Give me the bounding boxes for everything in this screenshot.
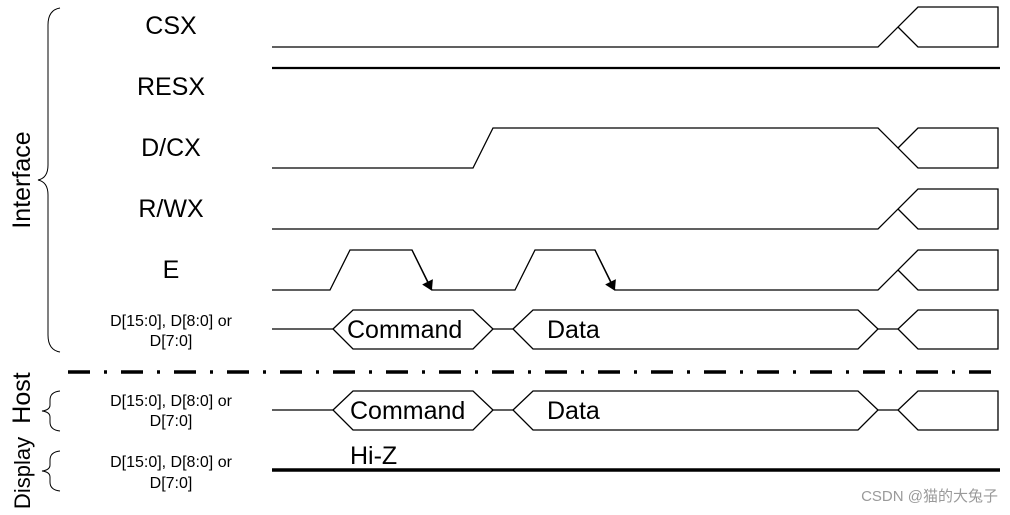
bus-interface-command-label: Command (347, 316, 462, 344)
group-label-interface: Interface (8, 131, 36, 228)
watermark: CSDN @猫的大兔子 (861, 488, 998, 505)
signal-label-bus-host-2: D[7:0] (150, 413, 193, 430)
bus-display-hiz-label: Hi-Z (350, 442, 397, 470)
signal-label-bus-interface-2: D[7:0] (150, 333, 193, 350)
group-label-host: Host (8, 372, 36, 423)
waveform-dcx (272, 127, 999, 169)
bus-interface-data-label: Data (547, 316, 600, 344)
bus-host-next-segment (897, 390, 999, 431)
waveform-rwx (272, 188, 999, 230)
e-falling-edge-arrow-2 (594, 249, 616, 291)
signal-label-e: E (163, 256, 180, 284)
signal-label-bus-display-2: D[7:0] (150, 475, 193, 492)
signal-label-csx: CSX (145, 12, 197, 40)
interface-brace (37, 7, 61, 353)
signal-label-bus-display-1: D[15:0], D[8:0] or (110, 454, 233, 471)
signal-label-rwx: R/WX (138, 195, 204, 223)
bus-host-command-label: Command (350, 397, 465, 425)
signal-label-bus-interface-1: D[15:0], D[8:0] or (110, 313, 233, 330)
bus-host-data-label: Data (547, 397, 600, 425)
signal-label-dcx: D/CX (141, 134, 201, 162)
timing-diagram: Interface Host Display CSX RESX D/CX R/W… (8, 6, 1000, 509)
signal-label-resx: RESX (137, 73, 205, 101)
waveform-e (272, 249, 999, 291)
bus-interface-next-segment (897, 309, 999, 350)
waveform-csx (272, 6, 999, 48)
display-brace (41, 450, 61, 492)
group-label-display: Display (10, 437, 35, 509)
signal-label-bus-host-1: D[15:0], D[8:0] or (110, 393, 233, 410)
e-falling-edge-arrow-1 (411, 249, 433, 291)
host-brace (41, 390, 61, 432)
